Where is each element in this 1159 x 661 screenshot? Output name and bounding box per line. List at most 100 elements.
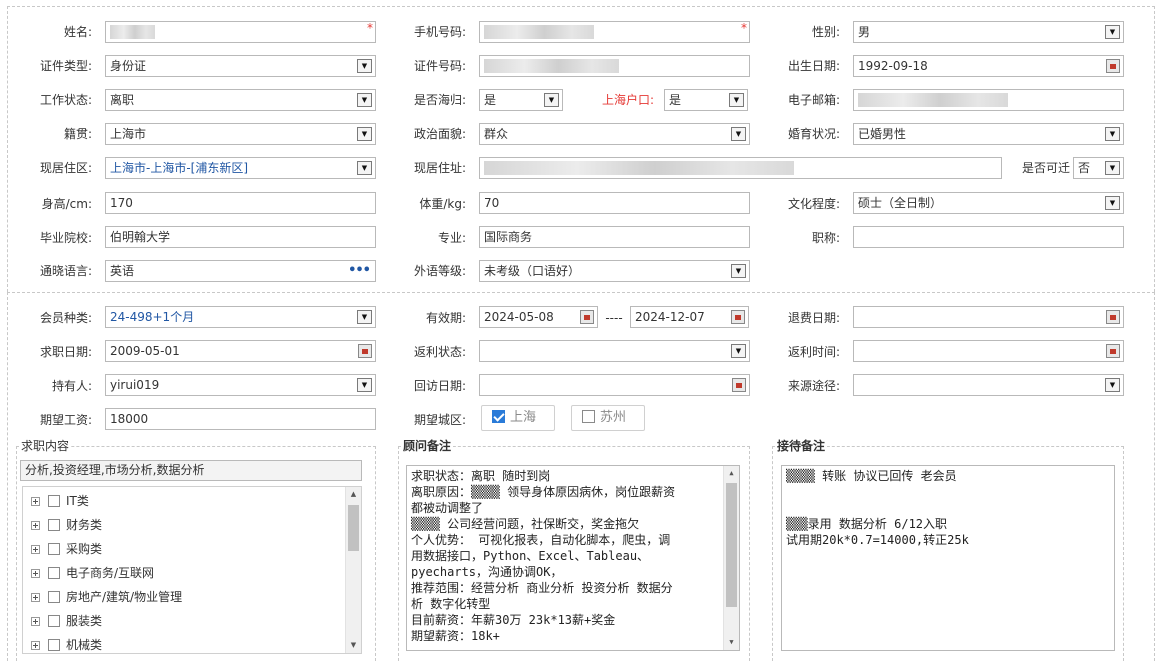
chevron-down-icon[interactable]: ▼ xyxy=(729,93,744,107)
checkbox-icon[interactable] xyxy=(48,519,60,531)
chevron-down-icon[interactable]: ▼ xyxy=(1105,196,1120,210)
more-options-icon[interactable]: ••• xyxy=(348,261,371,281)
source-select[interactable]: ▼ xyxy=(853,374,1124,396)
name-input[interactable]: * xyxy=(105,21,376,43)
calendar-icon[interactable] xyxy=(1106,344,1120,358)
expand-icon[interactable] xyxy=(31,641,40,650)
relocate-select[interactable]: 否 ▼ xyxy=(1073,157,1124,179)
refund-date-input[interactable] xyxy=(853,306,1124,328)
expand-icon[interactable] xyxy=(31,497,40,506)
id-type-select[interactable]: 身份证 ▼ xyxy=(105,55,376,77)
chevron-down-icon[interactable]: ▼ xyxy=(357,310,372,324)
calendar-icon[interactable] xyxy=(732,378,746,392)
chevron-down-icon[interactable]: ▼ xyxy=(1105,127,1120,141)
gender-select[interactable]: 男 ▼ xyxy=(853,21,1124,43)
rebate-status-select[interactable]: ▼ xyxy=(479,340,750,362)
valid-to-input[interactable]: 2024-12-07 xyxy=(630,306,749,328)
checkbox-icon[interactable] xyxy=(582,410,595,423)
language-input[interactable]: 英语 ••• xyxy=(105,260,376,282)
tree-scrollbar[interactable]: ▲ ▼ xyxy=(345,487,361,653)
expand-icon[interactable] xyxy=(31,593,40,602)
city-option-suzhou[interactable]: 苏州 xyxy=(571,405,645,431)
valid-from-input[interactable]: 2024-05-08 xyxy=(479,306,598,328)
chevron-down-icon[interactable]: ▼ xyxy=(544,93,559,107)
member-profile-form: 姓名: * 手机号码: * 性别: 男 ▼ 证件类型: 身份证 ▼ 证件号码: … xyxy=(0,0,1159,661)
education-select[interactable]: 硕士（全日制） ▼ xyxy=(853,192,1124,214)
work-status-select[interactable]: 离职 ▼ xyxy=(105,89,376,111)
birth-date-input[interactable]: 1992-09-18 xyxy=(853,55,1124,77)
calendar-icon[interactable] xyxy=(580,310,594,324)
chevron-down-icon[interactable]: ▼ xyxy=(357,59,372,73)
calendar-icon[interactable] xyxy=(1106,59,1120,73)
calendar-icon[interactable] xyxy=(358,344,372,358)
tree-item[interactable]: 采购类 xyxy=(31,539,102,559)
scroll-up-icon[interactable]: ▲ xyxy=(346,487,361,502)
calendar-icon[interactable] xyxy=(731,310,745,324)
chevron-down-icon[interactable]: ▼ xyxy=(357,93,372,107)
returnee-select[interactable]: 是 ▼ xyxy=(479,89,563,111)
major-input[interactable]: 国际商务 xyxy=(479,226,750,248)
id-no-input[interactable] xyxy=(479,55,750,77)
job-content-summary[interactable]: 分析,投资经理,市场分析,数据分析 xyxy=(20,460,362,481)
salary-input[interactable]: 18000 xyxy=(105,408,376,430)
hukou-select[interactable]: 是 ▼ xyxy=(664,89,748,111)
native-select[interactable]: 上海市 ▼ xyxy=(105,123,376,145)
weight-input[interactable]: 70 xyxy=(479,192,750,214)
chevron-down-icon[interactable]: ▼ xyxy=(357,127,372,141)
notes-scrollbar[interactable]: ▲ ▼ xyxy=(723,466,739,650)
tree-item[interactable]: 电子商务/互联网 xyxy=(31,563,154,583)
checkbox-icon[interactable] xyxy=(48,495,60,507)
tree-item[interactable]: 财务类 xyxy=(31,515,102,535)
chevron-down-icon[interactable]: ▼ xyxy=(731,344,746,358)
school-input[interactable]: 伯明翰大学 xyxy=(105,226,376,248)
tree-item[interactable]: 服装类 xyxy=(31,611,102,631)
expand-icon[interactable] xyxy=(31,617,40,626)
chevron-down-icon[interactable]: ▼ xyxy=(357,161,372,175)
chevron-down-icon[interactable]: ▼ xyxy=(357,378,372,392)
job-date-input[interactable]: 2009-05-01 xyxy=(105,340,376,362)
expand-icon[interactable] xyxy=(31,545,40,554)
scroll-down-icon[interactable]: ▼ xyxy=(346,638,361,653)
scroll-up-icon[interactable]: ▲ xyxy=(724,466,739,481)
checkbox-checked-icon[interactable] xyxy=(492,410,505,423)
marital-select[interactable]: 已婚男性 ▼ xyxy=(853,123,1124,145)
reception-notes-textarea[interactable]: ▒▒▒▒ 转账 协议已回传 老会员 ▒▒▒录用 数据分析 6/12入职 试用期20k… xyxy=(781,465,1115,651)
rebate-time-input[interactable] xyxy=(853,340,1124,362)
holder-select[interactable]: yirui019 ▼ xyxy=(105,374,376,396)
visit-date-input[interactable] xyxy=(479,374,750,396)
phone-input[interactable]: * xyxy=(479,21,750,43)
chevron-down-icon[interactable]: ▼ xyxy=(1105,378,1120,392)
note-line: 析 数字化转型 xyxy=(411,597,491,611)
member-type-select[interactable]: 24-498+1个月 ▼ xyxy=(105,306,376,328)
chevron-down-icon[interactable]: ▼ xyxy=(731,127,746,141)
scroll-thumb[interactable] xyxy=(348,505,359,551)
checkbox-icon[interactable] xyxy=(48,567,60,579)
expand-icon[interactable] xyxy=(31,569,40,578)
address-input[interactable] xyxy=(479,157,1002,179)
chevron-down-icon[interactable]: ▼ xyxy=(1105,161,1120,175)
scroll-thumb[interactable] xyxy=(726,483,737,607)
residence-area-select[interactable]: 上海市-上海市-[浦东新区] ▼ xyxy=(105,157,376,179)
expand-icon[interactable] xyxy=(31,521,40,530)
language-value: 英语 xyxy=(110,264,135,278)
tree-item[interactable]: 机械类 xyxy=(31,635,102,653)
political-select[interactable]: 群众 ▼ xyxy=(479,123,750,145)
title-input[interactable] xyxy=(853,226,1124,248)
chevron-down-icon[interactable]: ▼ xyxy=(1105,25,1120,39)
checkbox-icon[interactable] xyxy=(48,639,60,651)
city-option-shanghai[interactable]: 上海 xyxy=(481,405,555,431)
tree-item[interactable]: 房地产/建筑/物业管理 xyxy=(31,587,182,607)
consultant-notes-textarea[interactable]: 求职状态：离职 随时到岗 离职原因：▒▒▒▒ 领导身体原因病休，岗位跟薪资 都被动调… xyxy=(406,465,740,651)
checkbox-icon[interactable] xyxy=(48,543,60,555)
checkbox-icon[interactable] xyxy=(48,591,60,603)
checkbox-icon[interactable] xyxy=(48,615,60,627)
foreign-level-label: 外语等级: xyxy=(413,264,466,278)
tree-item[interactable]: IT类 xyxy=(31,491,89,511)
height-input[interactable]: 170 xyxy=(105,192,376,214)
calendar-icon[interactable] xyxy=(1106,310,1120,324)
email-input[interactable] xyxy=(853,89,1124,111)
gender-label: 性别: xyxy=(811,25,840,39)
scroll-down-icon[interactable]: ▼ xyxy=(724,635,739,650)
chevron-down-icon[interactable]: ▼ xyxy=(731,264,746,278)
foreign-level-select[interactable]: 未考级（口语好） ▼ xyxy=(479,260,750,282)
